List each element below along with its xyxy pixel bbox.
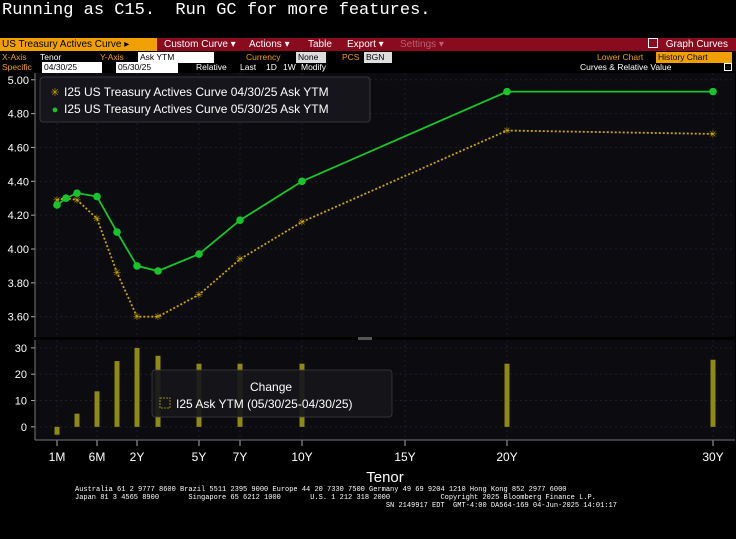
curve-point-0530	[62, 194, 70, 203]
x-tick-label: 10Y	[291, 450, 312, 464]
relative-label: Relative	[196, 62, 227, 72]
x-tick-label: 7Y	[233, 450, 248, 464]
splitter-handle[interactable]	[358, 337, 372, 340]
footer-line-3: SN 2149917 EDT GMT-4:00 DA564-169 04-Jun…	[75, 502, 617, 510]
menu-bar: US Treasury Actives Curve ▸ Custom Curve…	[0, 38, 736, 51]
curve-point-0530	[298, 177, 306, 186]
x-tick-label: 20Y	[496, 450, 517, 464]
last-label: Last	[240, 62, 257, 72]
date1-field[interactable]: 04/30/25	[42, 62, 102, 73]
change-bar	[710, 359, 716, 427]
security-selector[interactable]: US Treasury Actives Curve ▸	[0, 38, 157, 51]
settings-menu[interactable]: Settings ▾	[400, 38, 444, 51]
curve-point-0430: ✳	[503, 126, 511, 137]
upper-y-tick-label: 5.00	[8, 75, 29, 87]
curve-point-0530	[709, 87, 717, 96]
curve-point-0430: ✳	[195, 290, 203, 301]
legend-label-old: I25 US Treasury Actives Curve 04/30/25 A…	[64, 85, 329, 99]
curve-point-0530	[154, 267, 162, 275]
lower-y-tick-label: 20	[15, 369, 27, 381]
upper-y-tick-label: 4.00	[8, 244, 29, 256]
curve-point-0530	[195, 250, 203, 258]
upper-y-tick-label: 3.60	[8, 312, 29, 324]
upper-y-tick-label: 4.20	[8, 210, 29, 222]
change-bar	[134, 347, 140, 427]
x-tick-label: 15Y	[394, 450, 415, 464]
graph-curves-label: Graph Curves	[665, 39, 728, 50]
security-label: US Treasury Actives Curve	[2, 39, 122, 50]
upper-y-tick-label: 3.80	[8, 278, 29, 290]
yield-curve-chart: ✳✳✳✳✳✳✳✳✳✳✳✳ 3.603.804.004.204.404.604.8…	[8, 73, 735, 486]
x-tick-label: 1M	[49, 450, 66, 464]
curve-point-0430: ✳	[298, 217, 306, 228]
curve-point-0430: ✳	[93, 214, 101, 225]
curve-point-0430: ✳	[113, 268, 121, 279]
modify-button[interactable]: Modify	[301, 62, 326, 73]
caret-right-icon: ▸	[124, 39, 130, 50]
lower-legend-label: I25 Ask YTM (05/30/25-04/30/25)	[176, 397, 353, 411]
x-tick-label: 5Y	[192, 450, 207, 464]
curve-point-0530	[236, 216, 244, 225]
curve-point-0430: ✳	[709, 129, 717, 140]
x-tick-label: 6M	[89, 450, 106, 464]
x-tick-label: 2Y	[130, 450, 145, 464]
checkbox-icon[interactable]	[724, 63, 732, 71]
footer-line-2: Japan 81 3 4565 8900 Singapore 65 6212 1…	[75, 494, 596, 502]
change-bar	[74, 413, 80, 427]
curve-point-0530	[113, 228, 121, 236]
x-axis-title: Tenor	[366, 469, 404, 486]
upper-y-tick-label: 4.60	[8, 142, 29, 154]
lower-y-tick-label: 0	[21, 422, 27, 434]
curve-point-0430: ✳	[73, 195, 81, 206]
status-message: Running as C15. Run GC for more features…	[2, 1, 431, 20]
table-menu[interactable]: Table	[308, 38, 332, 51]
specific-label: Specific	[2, 62, 32, 72]
curve-point-0530	[93, 192, 101, 201]
curve-point-0530	[503, 87, 511, 96]
curve-point-0430: ✳	[154, 312, 162, 323]
external-link-icon	[647, 38, 658, 48]
upper-y-tick-label: 4.40	[8, 176, 29, 188]
1d-button[interactable]: 1D	[266, 62, 277, 73]
lower-y-tick-label: 10	[15, 396, 27, 408]
custom-curve-menu[interactable]: Custom Curve ▾	[164, 38, 236, 51]
lower-y-tick-label: 30	[15, 343, 27, 355]
legend-label-new: I25 US Treasury Actives Curve 05/30/25 A…	[64, 102, 329, 116]
upper-y-tick-label: 4.80	[8, 109, 29, 121]
old-curve-marker-icon: ✳	[50, 87, 59, 99]
footer-line-1: Australia 61 2 9777 8600 Brazil 5511 239…	[75, 486, 567, 494]
1w-button[interactable]: 1W	[283, 62, 296, 73]
export-menu[interactable]: Export ▾	[347, 38, 384, 51]
x-tick-label: 30Y	[702, 450, 723, 464]
actions-menu[interactable]: Actions ▾	[249, 38, 290, 51]
curves-rv-label: Curves & Relative Value	[580, 62, 672, 72]
new-curve-marker-icon: ●	[52, 104, 59, 116]
curve-point-0530	[53, 201, 61, 209]
graph-curves-button[interactable]: Graph Curves	[647, 38, 728, 51]
curve-point-0430: ✳	[133, 312, 141, 323]
lower-legend: Change I25 Ask YTM (05/30/25-04/30/25)	[151, 369, 393, 418]
change-bar	[54, 426, 60, 435]
change-bar	[114, 361, 120, 427]
lower-legend-title: Change	[250, 380, 292, 394]
change-bar	[94, 391, 100, 427]
curve-point-0530	[73, 189, 81, 197]
curve-point-0430: ✳	[236, 255, 244, 266]
options-row-dates: Specific 04/30/25 05/30/25 Relative Last…	[0, 62, 736, 73]
change-bar	[504, 363, 510, 427]
curve-point-0530	[133, 262, 141, 270]
date2-field[interactable]: 05/30/25	[116, 62, 178, 73]
upper-legend: ✳ I25 US Treasury Actives Curve 04/30/25…	[39, 76, 371, 123]
